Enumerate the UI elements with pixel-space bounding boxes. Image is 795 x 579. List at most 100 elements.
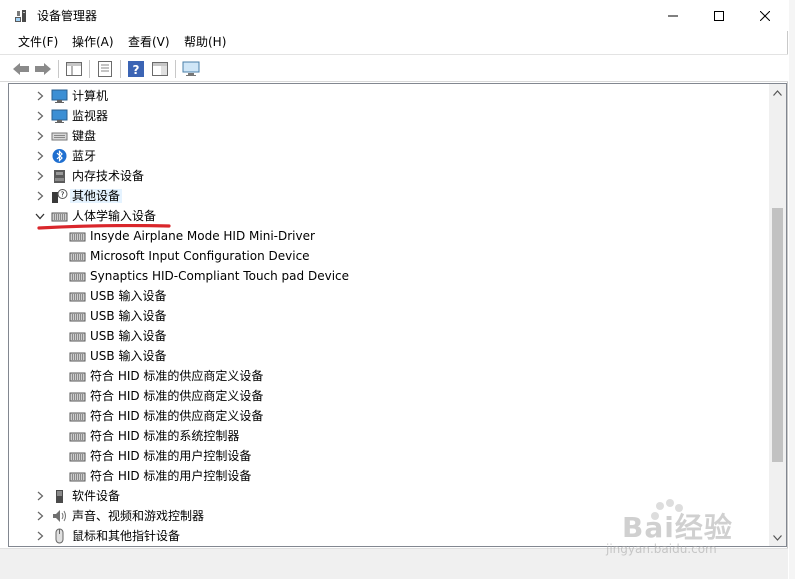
tree-device-row[interactable]: 符合 HID 标准的用户控制设备 bbox=[9, 466, 769, 486]
tree-item-label: 鼠标和其他指针设备 bbox=[72, 529, 181, 543]
device-tree-frame: 计算机监视器键盘蓝牙内存技术设备? 其他设备人体学输入设备 Insyde Airpl… bbox=[8, 83, 787, 547]
menu-help[interactable]: 帮助(H) bbox=[184, 35, 226, 49]
tree-device-row[interactable]: 符合 HID 标准的供应商定义设备 bbox=[9, 366, 769, 386]
window-title: 设备管理器 bbox=[37, 9, 98, 23]
tree-category-row[interactable]: 监视器 bbox=[9, 106, 769, 126]
chevron-right-icon[interactable] bbox=[33, 509, 47, 523]
menu-view[interactable]: 查看(V) bbox=[128, 35, 170, 49]
menu-file[interactable]: 文件(F) bbox=[18, 35, 58, 49]
action-pane-button[interactable] bbox=[149, 58, 171, 80]
unknown-device-icon: ? bbox=[52, 189, 68, 203]
toolbar-separator bbox=[175, 60, 176, 78]
chevron-right-icon[interactable] bbox=[33, 529, 47, 543]
background-window-edge bbox=[789, 0, 795, 579]
tree-device-row[interactable]: 符合 HID 标准的用户控制设备 bbox=[9, 446, 769, 466]
memory-device-icon bbox=[54, 170, 65, 183]
software-device-icon bbox=[56, 490, 63, 503]
chevron-right-icon[interactable] bbox=[33, 189, 47, 203]
mouse-icon bbox=[55, 528, 64, 544]
tree-category-row[interactable]: 内存技术设备 bbox=[9, 166, 769, 186]
hid-icon bbox=[69, 332, 86, 342]
tree-device-row[interactable]: Synaptics HID-Compliant Touch pad Device bbox=[9, 266, 769, 286]
sound-icon bbox=[53, 510, 66, 522]
tree-device-row[interactable]: 符合 HID 标准的供应商定义设备 bbox=[9, 406, 769, 426]
tree-device-row[interactable]: USB 输入设备 bbox=[9, 286, 769, 306]
hid-icon bbox=[69, 272, 86, 282]
back-button[interactable] bbox=[10, 58, 32, 80]
tree-item-label: 蓝牙 bbox=[72, 149, 97, 163]
device-manager-window: 设备管理器 文件(F) 操作(A) 查看(V) 帮助(H) ? 计算机 监视器 … bbox=[0, 0, 788, 579]
tree-device-row[interactable]: USB 输入设备 bbox=[9, 306, 769, 326]
tree-item-label: 符合 HID 标准的用户控制设备 bbox=[90, 449, 252, 463]
minimize-icon bbox=[668, 15, 678, 16]
help-button[interactable]: ? bbox=[125, 58, 147, 80]
tree-category-row[interactable]: 蓝牙 bbox=[9, 146, 769, 166]
tree-item-label: 计算机 bbox=[72, 89, 109, 103]
hid-icon bbox=[69, 312, 86, 322]
tree-item-label: USB 输入设备 bbox=[90, 289, 167, 303]
device-tree[interactable]: 计算机监视器键盘蓝牙内存技术设备? 其他设备人体学输入设备 Insyde Airpl… bbox=[9, 84, 769, 546]
tree-item-label: USB 输入设备 bbox=[90, 349, 167, 363]
forward-button[interactable] bbox=[32, 58, 54, 80]
chevron-right-icon[interactable] bbox=[33, 109, 47, 123]
red-annotation-underline bbox=[37, 224, 171, 230]
chevron-right-icon[interactable] bbox=[33, 489, 47, 503]
tree-item-label: 符合 HID 标准的系统控制器 bbox=[90, 429, 240, 443]
hid-icon bbox=[69, 412, 86, 422]
hid-icon bbox=[69, 472, 86, 482]
scroll-thumb[interactable] bbox=[772, 208, 783, 462]
device-manager-app-icon bbox=[15, 10, 26, 22]
minimize-button[interactable] bbox=[650, 0, 696, 31]
title-bar[interactable]: 设备管理器 bbox=[0, 0, 788, 31]
chevron-right-icon[interactable] bbox=[33, 169, 47, 183]
tree-device-row[interactable]: USB 输入设备 bbox=[9, 326, 769, 346]
maximize-button[interactable] bbox=[696, 0, 742, 31]
help-icon: ? bbox=[128, 61, 144, 77]
chevron-down-icon bbox=[773, 534, 782, 541]
chevron-right-icon[interactable] bbox=[33, 149, 47, 163]
tree-device-row[interactable]: 符合 HID 标准的系统控制器 bbox=[9, 426, 769, 446]
tree-category-row[interactable]: 键盘 bbox=[9, 126, 769, 146]
chevron-down-icon[interactable] bbox=[33, 209, 47, 223]
menu-bar: 文件(F) 操作(A) 查看(V) 帮助(H) bbox=[0, 31, 788, 53]
chevron-up-icon bbox=[773, 89, 782, 96]
tree-item-label: 软件设备 bbox=[72, 489, 121, 503]
chevron-right-icon[interactable] bbox=[33, 89, 47, 103]
toolbar-separator bbox=[58, 60, 59, 78]
tree-category-row[interactable]: ? 其他设备 bbox=[9, 186, 769, 206]
show-hide-tree-icon bbox=[66, 62, 82, 76]
monitor-icon bbox=[182, 61, 200, 76]
close-button[interactable] bbox=[742, 0, 788, 31]
svg-text:?: ? bbox=[133, 63, 140, 77]
toolbar-separator bbox=[120, 60, 121, 78]
tree-item-label: 符合 HID 标准的供应商定义设备 bbox=[90, 409, 264, 423]
properties-button[interactable] bbox=[94, 58, 116, 80]
watermark-url: jingyan.baidu.com bbox=[606, 542, 717, 556]
chevron-right-icon[interactable] bbox=[33, 129, 47, 143]
hid-icon bbox=[69, 352, 86, 362]
scroll-down-button[interactable] bbox=[769, 529, 786, 546]
tree-item-label: 监视器 bbox=[72, 109, 109, 123]
tree-item-label: Insyde Airplane Mode HID Mini-Driver bbox=[90, 229, 315, 243]
tree-category-row[interactable]: 计算机 bbox=[9, 86, 769, 106]
tree-device-row[interactable]: 符合 HID 标准的供应商定义设备 bbox=[9, 386, 769, 406]
scroll-up-button[interactable] bbox=[769, 84, 786, 101]
tree-item-label: 人体学输入设备 bbox=[72, 209, 157, 223]
tree-item-label: 符合 HID 标准的供应商定义设备 bbox=[90, 369, 264, 383]
monitor-icon bbox=[51, 109, 68, 123]
vertical-scrollbar[interactable] bbox=[769, 84, 786, 546]
back-arrow-icon bbox=[13, 63, 29, 75]
tree-category-row[interactable]: 人体学输入设备 bbox=[9, 206, 769, 226]
hid-icon bbox=[69, 252, 86, 262]
tree-item-label: 键盘 bbox=[72, 129, 97, 143]
tree-item-label: 其他设备 bbox=[70, 189, 123, 203]
menu-action[interactable]: 操作(A) bbox=[72, 35, 114, 49]
show-hide-tree-button[interactable] bbox=[63, 58, 85, 80]
tree-device-row[interactable]: Microsoft Input Configuration Device bbox=[9, 246, 769, 266]
bluetooth-icon bbox=[52, 149, 67, 163]
tree-item-label: 符合 HID 标准的用户控制设备 bbox=[90, 469, 252, 483]
hid-icon bbox=[69, 452, 86, 462]
maximize-icon bbox=[714, 10, 724, 21]
scan-hardware-button[interactable] bbox=[180, 58, 202, 80]
tree-device-row[interactable]: USB 输入设备 bbox=[9, 346, 769, 366]
